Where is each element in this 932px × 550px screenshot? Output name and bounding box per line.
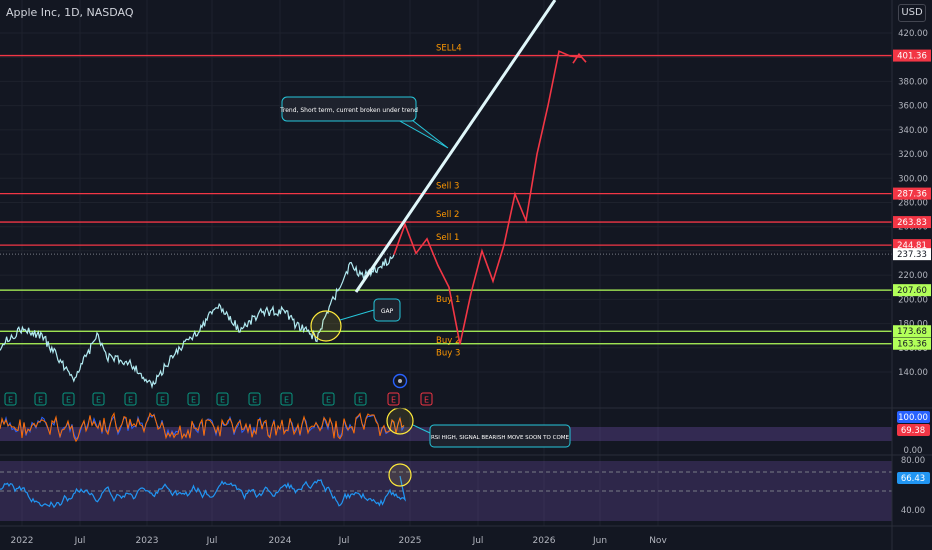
time-label: 2023 <box>136 536 159 546</box>
gap-callout-text: GAP <box>381 308 394 315</box>
stoch-value-label: 69.38 <box>901 426 925 436</box>
price-tick-label: 360.00 <box>898 102 928 112</box>
plus-marker[interactable] <box>392 373 408 389</box>
level-label: Sell 1 <box>436 233 459 243</box>
earnings-marker-label: E <box>38 396 43 405</box>
price-tick-label: 140.00 <box>898 368 928 378</box>
price-levels: SELL4 Sell 3 Sell 2 Sell 1 Buy 1 Buy 2 Buy 3 <box>0 44 892 359</box>
level-badge-label: 401.36 <box>897 52 927 62</box>
earnings-marker-label: E <box>128 396 133 405</box>
rsi-callout: RSI HIGH, SIGNAL BEARISH MOVE SOON TO CO… <box>412 424 571 448</box>
time-label: 2025 <box>399 536 422 546</box>
symbol-title: Apple Inc, 1D, NASDAQ <box>6 6 134 19</box>
rsi-highlight <box>388 463 412 487</box>
level-label: Buy 1 <box>436 295 460 305</box>
level-label: Buy 3 <box>436 349 460 359</box>
level-label: Sell 2 <box>436 210 459 220</box>
time-label: Jun <box>592 536 607 546</box>
time-label: Jul <box>472 536 484 546</box>
level-badge-label: 173.68 <box>897 327 927 337</box>
earnings-marker-label: E <box>66 396 71 405</box>
last-price-label: 237.33 <box>897 250 927 260</box>
stoch-bottom-label: 0.00 <box>904 446 923 456</box>
trend-callout: Trend, Short term, current broken under … <box>279 96 449 149</box>
level-label: Buy 2 <box>436 336 460 346</box>
earnings-marker-label: E <box>96 396 101 405</box>
stoch-top-label: 100.00 <box>898 413 928 423</box>
time-label: 2024 <box>269 536 292 546</box>
level-badge-label: 163.36 <box>897 340 927 350</box>
stoch-highlight <box>386 407 414 435</box>
level-badge-label: 207.60 <box>897 286 927 296</box>
price-tick-label: 220.00 <box>898 271 928 281</box>
level-label: Sell 3 <box>436 182 459 192</box>
earnings-marker-label: E <box>284 396 289 405</box>
time-label: Jul <box>206 536 218 546</box>
level-badge-label: 287.36 <box>897 190 927 200</box>
gap-highlight <box>310 310 342 342</box>
trend-callout-text: Trend, Short term, current broken under … <box>279 107 418 114</box>
earnings-marker-label: E <box>160 396 165 405</box>
price-tick-label: 200.00 <box>898 295 928 305</box>
rsi-value-label: 66.43 <box>901 474 925 484</box>
level-badge-label: 263.83 <box>897 218 927 228</box>
price-tick-label: 420.00 <box>898 29 928 39</box>
gap-callout: GAP <box>339 298 401 322</box>
price-tick-label: 380.00 <box>898 77 928 87</box>
price-tick-label: 320.00 <box>898 150 928 160</box>
level-label: SELL4 <box>436 44 462 54</box>
time-label: 2022 <box>11 536 34 546</box>
price-tick-label: 300.00 <box>898 174 928 184</box>
time-label: Nov <box>649 536 667 546</box>
time-label: Jul <box>338 536 350 546</box>
earnings-markers: EEEEEEEEEEEEEE <box>4 392 433 406</box>
earnings-marker-label: E <box>391 396 396 405</box>
earnings-marker-label: E <box>191 396 196 405</box>
rsi-bottom-label: 40.00 <box>901 506 925 516</box>
time-label: Jul <box>74 536 86 546</box>
earnings-marker-label: E <box>424 396 429 405</box>
price-tick-label: 340.00 <box>898 126 928 136</box>
rsi-top-label: 80.00 <box>901 456 925 466</box>
time-label: 2026 <box>533 536 556 546</box>
earnings-marker-label: E <box>220 396 225 405</box>
time-axis-labels: 2022 Jul 2023 Jul 2024 Jul 2025 Jul 2026 Jun Nov <box>11 536 668 546</box>
chart-canvas: SELL4 Sell 3 Sell 2 Sell 1 Buy 1 Buy 2 Buy 3 T… <box>0 0 932 550</box>
earnings-marker-label: E <box>358 396 363 405</box>
currency-button[interactable]: USD <box>898 4 926 22</box>
price-tick-label: 280.00 <box>898 199 928 209</box>
earnings-marker-label: E <box>252 396 257 405</box>
earnings-marker-label: E <box>326 396 331 405</box>
rsi-callout-text: RSI HIGH, SIGNAL BEARISH MOVE SOON TO CO… <box>431 435 570 441</box>
earnings-marker-label: E <box>8 396 13 405</box>
